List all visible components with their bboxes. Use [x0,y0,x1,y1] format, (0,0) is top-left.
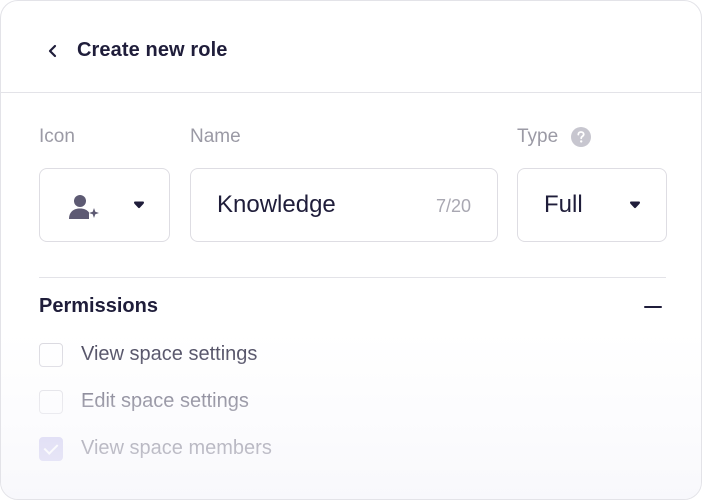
permissions-title: Permissions [39,295,158,317]
type-label: Type [517,126,559,147]
type-select-value: Full [544,191,583,218]
name-input-value: Knowledge [217,191,336,218]
permission-checkbox[interactable] [39,437,63,461]
permission-checkbox[interactable] [39,390,63,414]
help-icon[interactable] [571,127,591,147]
person-add-icon [69,195,99,219]
name-input[interactable]: Knowledge 7/20 [190,168,498,242]
section-divider [39,277,666,278]
type-select[interactable]: Full [517,168,667,242]
icon-select[interactable] [39,168,170,242]
chevron-left-icon [48,44,57,58]
back-button[interactable] [39,37,67,65]
name-label: Name [190,126,241,147]
char-count: 7/20 [435,196,471,216]
permission-checkbox[interactable] [39,343,63,367]
page-title: Create new role [77,39,228,61]
header: Create new role [1,1,701,93]
permission-label: View space settings [81,343,258,365]
caret-down-icon [134,201,144,209]
collapse-permissions-button[interactable] [643,297,663,317]
caret-down-icon [630,201,640,209]
icon-label: Icon [39,126,75,147]
permission-label: View space members [81,437,272,459]
create-role-card: Create new role Icon Name Type Knowledge… [0,0,702,500]
permission-label: Edit space settings [81,390,249,412]
